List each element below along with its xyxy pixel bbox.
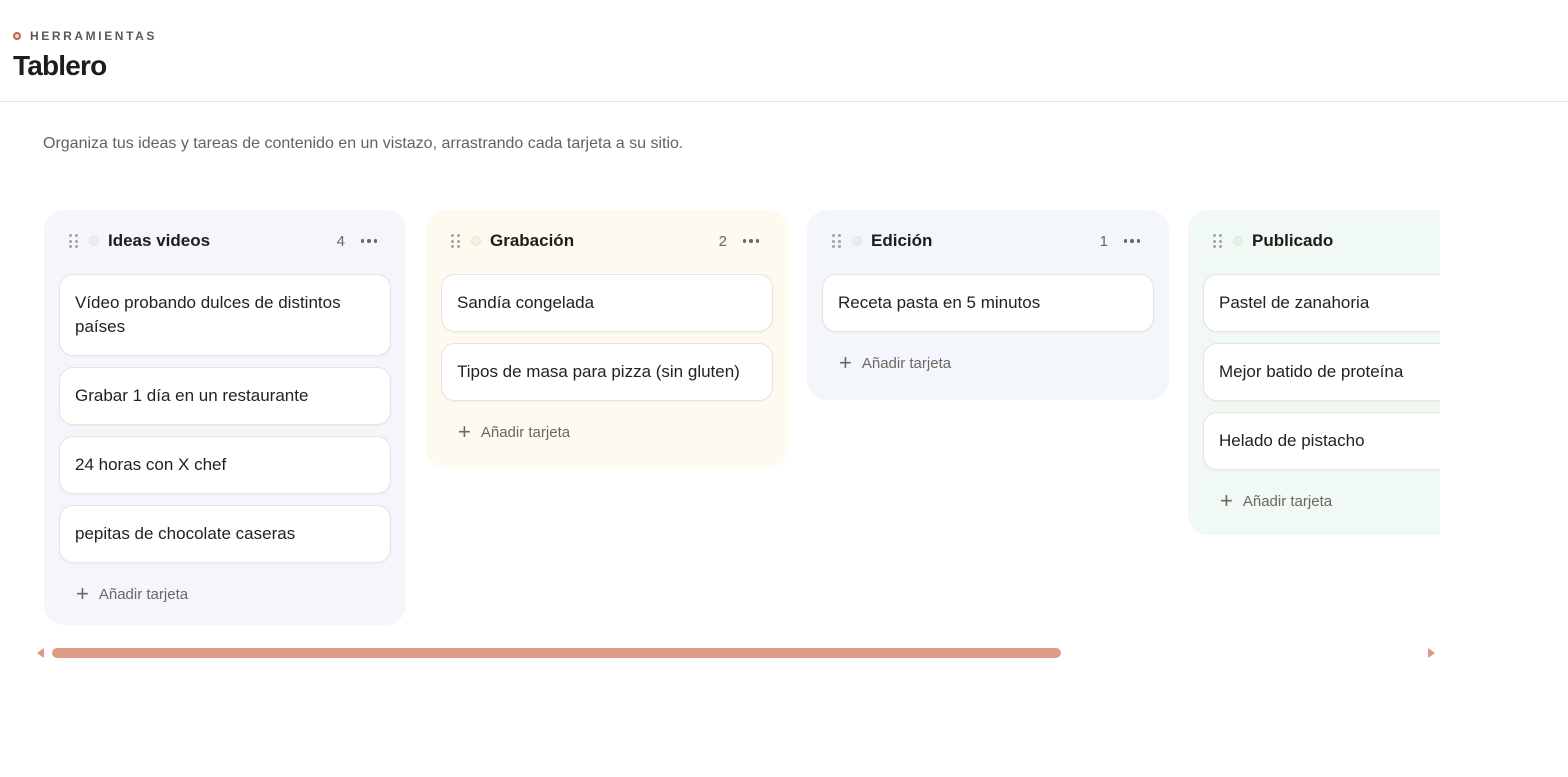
card[interactable]: pepitas de chocolate caseras [59,505,391,563]
column-header: Edición 1 [822,228,1154,254]
intro-text: Organiza tus ideas y tareas de contenido… [43,135,684,152]
drag-handle-icon[interactable] [69,234,79,248]
more-options-icon[interactable] [740,231,762,251]
drag-handle-icon[interactable] [451,234,461,248]
card[interactable]: Sandía congelada [441,274,773,332]
column-count: 1 [1099,232,1108,250]
page-title: Tablero [13,50,107,81]
status-dot-icon [471,236,481,246]
plus-icon: + [458,419,471,444]
card[interactable]: Vídeo probando dulces de distintos paíse… [59,274,391,356]
column-title: Edición [871,231,933,250]
scrollbar-thumb[interactable] [52,648,1061,658]
section-label: HERRAMIENTAS [30,29,157,43]
add-card-button[interactable]: + Añadir tarjeta [458,419,773,444]
card[interactable]: Grabar 1 día en un restaurante [59,367,391,425]
card[interactable]: 24 horas con X chef [59,436,391,494]
column-count: 2 [718,232,727,250]
status-dot-icon [852,236,862,246]
column-header: Ideas videos 4 [59,228,391,254]
column-edicion: Edición 1 Receta pasta en 5 minutos + Añ… [807,210,1169,400]
section-eyebrow: HERRAMIENTAS [13,29,157,43]
card[interactable]: Pastel de zanahoria [1203,274,1440,332]
plus-icon: + [839,350,852,375]
card[interactable]: Receta pasta en 5 minutos [822,274,1154,332]
scroll-right-arrow-icon[interactable] [1428,648,1435,658]
column-header: Publicado [1203,228,1440,254]
card[interactable]: Helado de pistacho [1203,412,1440,470]
add-card-button[interactable]: + Añadir tarjeta [1220,488,1440,513]
card[interactable]: Mejor batido de proteína [1203,343,1440,401]
drag-handle-icon[interactable] [1213,234,1223,248]
plus-icon: + [76,581,89,606]
status-dot-icon [1233,236,1243,246]
column-publicado: Publicado Pastel de zanahoria Mejor bati… [1188,210,1440,535]
add-card-button[interactable]: + Añadir tarjeta [76,581,391,606]
more-options-icon[interactable] [1121,231,1143,251]
column-title: Publicado [1252,231,1334,250]
column-title: Grabación [490,231,575,250]
add-card-label: Añadir tarjeta [861,354,952,372]
plus-icon: + [1220,488,1233,513]
horizontal-scrollbar[interactable] [33,644,1443,662]
add-card-label: Añadir tarjeta [1242,492,1333,510]
add-card-label: Añadir tarjeta [98,585,189,603]
scroll-left-arrow-icon[interactable] [37,648,44,658]
card[interactable]: Tipos de masa para pizza (sin gluten) [441,343,773,401]
column-count: 4 [336,232,345,250]
kanban-board: Ideas videos 4 Vídeo probando dulces de … [43,210,1440,630]
drag-handle-icon[interactable] [832,234,842,248]
column-grabacion: Grabación 2 Sandía congelada Tipos de ma… [426,210,788,468]
page-header: HERRAMIENTAS Tablero [0,0,1568,102]
add-card-button[interactable]: + Añadir tarjeta [839,350,1154,375]
section-dot-icon [13,32,21,40]
status-dot-icon [89,236,99,246]
column-title: Ideas videos [108,231,211,250]
column-header: Grabación 2 [441,228,773,254]
more-options-icon[interactable] [358,231,380,251]
add-card-label: Añadir tarjeta [480,423,571,441]
column-ideas-videos: Ideas videos 4 Vídeo probando dulces de … [44,210,406,625]
